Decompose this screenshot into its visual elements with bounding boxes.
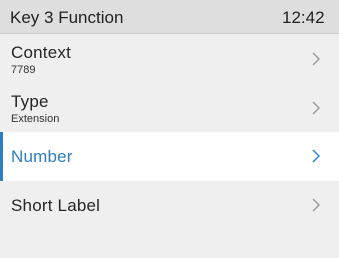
menu-item-short-label[interactable]: Short Label bbox=[0, 181, 339, 232]
clock: 12:42 bbox=[282, 8, 325, 27]
chevron-right-icon bbox=[310, 197, 322, 213]
chevron-right-icon bbox=[310, 148, 322, 164]
menu-item-label: Context bbox=[11, 43, 71, 62]
menu-item-value: Extension bbox=[11, 113, 60, 125]
menu-item-label: Number bbox=[11, 147, 73, 166]
phone-screen: Key 3 Function 12:42 Context 7789 Type E… bbox=[0, 0, 339, 258]
menu-item-number[interactable]: Number bbox=[0, 132, 339, 181]
page-title: Key 3 Function bbox=[10, 8, 124, 27]
title-bar: Key 3 Function 12:42 bbox=[0, 0, 339, 34]
menu-item-label: Type bbox=[11, 92, 49, 111]
function-menu: Context 7789 Type Extension Number Short… bbox=[0, 34, 339, 232]
chevron-right-icon bbox=[310, 100, 322, 116]
menu-item-label: Short Label bbox=[11, 196, 101, 215]
chevron-right-icon bbox=[310, 51, 322, 67]
menu-item-context[interactable]: Context 7789 bbox=[0, 34, 339, 83]
menu-item-type[interactable]: Type Extension bbox=[0, 83, 339, 132]
menu-item-value: 7789 bbox=[11, 64, 36, 76]
